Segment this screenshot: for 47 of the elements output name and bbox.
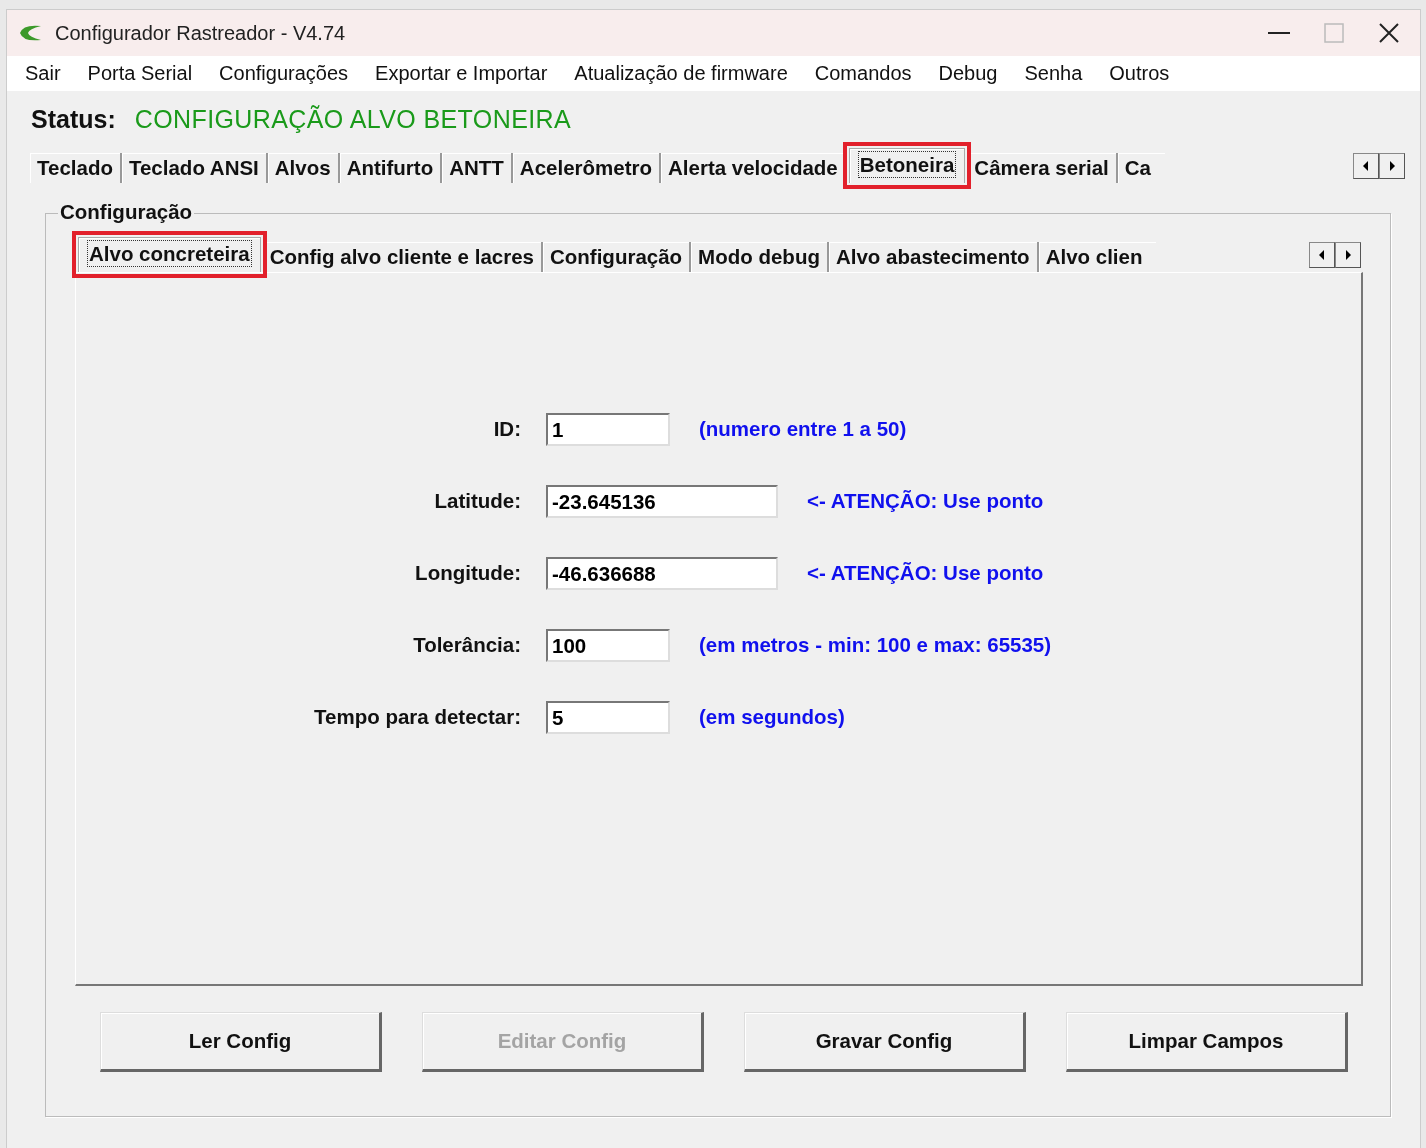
hint-text: (em metros - min: 100 e max: 65535): [699, 633, 1053, 657]
input-field[interactable]: 1: [546, 412, 670, 446]
action-button[interactable]: Limpar Campos: [1066, 1012, 1348, 1072]
action-button[interactable]: Gravar Config: [744, 1012, 1026, 1072]
field-label: Tempo para detectar:: [314, 705, 522, 729]
menu-item[interactable]: Senha: [1016, 62, 1091, 85]
menu-item[interactable]: Porta Serial: [79, 62, 201, 85]
close-icon[interactable]: [1378, 22, 1400, 44]
tab[interactable]: Acelerômetro: [512, 153, 661, 183]
hint-text: (numero entre 1 a 50): [699, 417, 908, 441]
menu-item[interactable]: Exportar e Importar: [367, 62, 556, 85]
status-label: Status:: [31, 105, 116, 135]
field-label: Tolerância:: [413, 633, 522, 657]
input-field[interactable]: 100: [546, 628, 670, 662]
hint-text: <- ATENÇÃO: Use ponto: [807, 561, 1045, 585]
window-title: Configurador Rastreador - V4.74: [55, 21, 347, 45]
input-field[interactable]: -23.645136: [546, 484, 778, 518]
menu-item[interactable]: Debug: [930, 62, 1006, 85]
minimize-icon[interactable]: [1268, 31, 1290, 35]
tab[interactable]: Teclado: [30, 153, 122, 183]
menu-item[interactable]: Atualização de firmware: [566, 62, 796, 85]
tab[interactable]: Alvos: [267, 153, 340, 183]
action-button[interactable]: Ler Config: [100, 1012, 382, 1072]
scroll-right-icon[interactable]: [1335, 242, 1361, 268]
tab[interactable]: Alvo abastecimento: [828, 242, 1039, 272]
hint-text: <- ATENÇÃO: Use ponto: [807, 489, 1045, 513]
status-value: CONFIGURAÇÃO ALVO BETONEIRA: [134, 105, 572, 135]
tab[interactable]: Alvo clien: [1038, 242, 1156, 272]
scroll-left-icon[interactable]: [1309, 242, 1335, 268]
tab[interactable]: Antifurto: [339, 153, 443, 183]
field-label: Latitude:: [434, 489, 522, 513]
scroll-right-icon[interactable]: [1379, 153, 1405, 179]
menu-item[interactable]: Configurações: [211, 62, 357, 85]
scroll-left-icon[interactable]: [1353, 153, 1379, 179]
field-label: ID:: [493, 417, 522, 441]
menu-item[interactable]: Outros: [1101, 62, 1178, 85]
menu-item[interactable]: Sair: [17, 62, 69, 85]
tab[interactable]: Ca: [1117, 153, 1165, 183]
input-field[interactable]: 5: [546, 700, 670, 734]
tab[interactable]: Modo debug: [691, 242, 829, 272]
tab[interactable]: ANTT: [442, 153, 513, 183]
hint-text: (em segundos): [699, 705, 846, 729]
tab[interactable]: Configuração: [543, 242, 692, 272]
field-label: Longitude:: [415, 561, 522, 585]
menu-item[interactable]: Comandos: [806, 62, 920, 85]
tab[interactable]: Teclado ANSI: [121, 153, 268, 183]
input-field[interactable]: -46.636688: [546, 556, 778, 590]
